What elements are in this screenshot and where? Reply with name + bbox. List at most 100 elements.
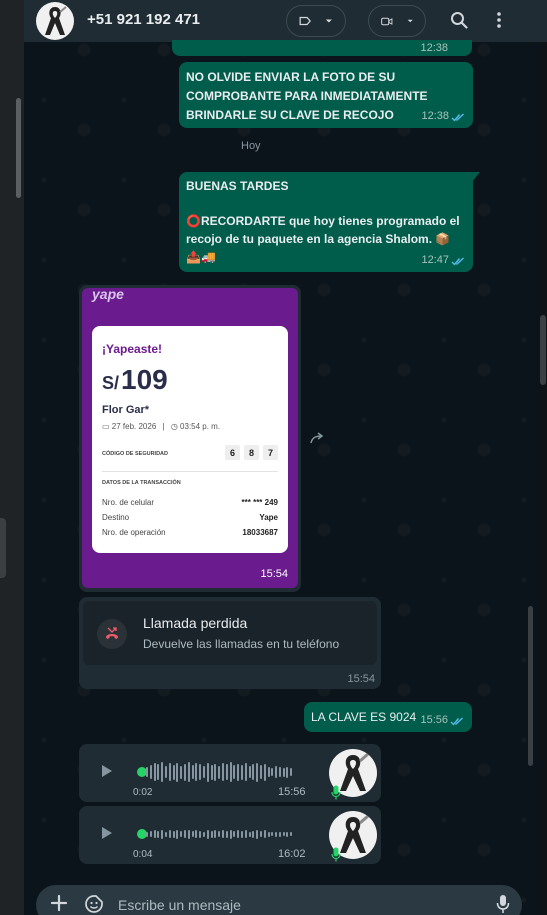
message-line: BUENAS TARDES bbox=[186, 179, 289, 193]
waveform-bar bbox=[218, 831, 221, 837]
missed-call-card[interactable]: Llamada perdida Devuelve las llamadas en… bbox=[83, 601, 377, 665]
amount-value: 109 bbox=[121, 364, 168, 395]
waveform[interactable] bbox=[146, 822, 293, 846]
waveform-bar bbox=[233, 765, 236, 779]
missed-call-message[interactable]: Llamada perdida Devuelve las llamadas en… bbox=[79, 597, 381, 689]
row-label: Destino bbox=[102, 513, 130, 522]
label-icon bbox=[299, 16, 311, 26]
waveform-bar bbox=[240, 764, 243, 780]
contact-avatar[interactable] bbox=[36, 2, 74, 40]
message-time: 15:56 bbox=[420, 714, 448, 726]
waveform-bar bbox=[168, 763, 171, 781]
waveform-bar bbox=[275, 766, 278, 778]
yape-logo: yape bbox=[92, 288, 124, 302]
plus-icon[interactable] bbox=[50, 894, 68, 912]
message-bubble-outgoing[interactable]: BUENAS TARDES ⭕RECORDARTE que hoy tienes… bbox=[179, 172, 480, 272]
chat-scrollbar[interactable] bbox=[528, 606, 533, 766]
row-value: *** *** 249 bbox=[241, 498, 278, 507]
receipt-row: Nro. de operación 18033687 bbox=[102, 528, 278, 537]
ribbon-avatar-icon bbox=[45, 6, 67, 35]
day-separator: Hoy bbox=[241, 140, 261, 152]
waveform-bar bbox=[229, 762, 232, 782]
waveform[interactable] bbox=[146, 760, 293, 784]
message-bubble-partial[interactable]: 12:38 bbox=[172, 40, 472, 56]
play-icon[interactable] bbox=[101, 764, 113, 778]
message-text: BUENAS TARDES ⭕RECORDARTE que hoy tienes… bbox=[186, 177, 460, 266]
divider bbox=[102, 471, 278, 472]
waveform-bar bbox=[195, 830, 198, 838]
waveform-bar bbox=[225, 764, 228, 780]
left-panel-edge bbox=[0, 0, 24, 915]
waveform-bar bbox=[183, 830, 186, 838]
message-bubble-outgoing[interactable]: NO OLVIDE ENVIAR LA FOTO DE SU COMPROBAN… bbox=[179, 62, 473, 128]
receipt-image[interactable]: yape ¡Yapeaste! S/ 109 Flor Gar* ▭ 27 fe… bbox=[82, 288, 298, 588]
waveform-bar bbox=[149, 765, 152, 779]
message-input[interactable]: Escribe un mensaje bbox=[118, 897, 241, 913]
waveform-bar bbox=[206, 829, 209, 839]
waveform-bar bbox=[168, 830, 171, 838]
waveform-bar bbox=[256, 762, 259, 782]
waveform-bar bbox=[237, 763, 240, 781]
mic-icon bbox=[331, 785, 341, 800]
image-message[interactable]: yape ¡Yapeaste! S/ 109 Flor Gar* ▭ 27 fe… bbox=[79, 285, 301, 592]
waveform-bar bbox=[153, 763, 156, 781]
divider: | bbox=[162, 422, 165, 431]
receipt-row: Destino Yape bbox=[102, 513, 278, 522]
message-time: 12:38 bbox=[421, 110, 449, 122]
left-scrollbar[interactable] bbox=[16, 98, 21, 198]
waveform-bar bbox=[180, 831, 183, 837]
waveform-bar bbox=[187, 829, 190, 839]
row-value: Yape bbox=[259, 513, 278, 522]
message-bubble-outgoing[interactable]: LA CLAVE ES 9024 15:56 bbox=[304, 702, 472, 732]
scrollbar-thumb[interactable] bbox=[540, 315, 546, 385]
waveform-bar bbox=[206, 762, 209, 782]
voice-duration: 0:02 bbox=[133, 787, 153, 798]
security-code: 6 8 7 bbox=[225, 445, 278, 460]
waveform-bar bbox=[183, 763, 186, 781]
video-icon bbox=[381, 17, 393, 25]
waveform-bar bbox=[256, 829, 259, 839]
waveform-bar bbox=[221, 763, 224, 781]
labels-button[interactable] bbox=[286, 5, 346, 37]
waveform-bar bbox=[286, 766, 289, 778]
missed-call-subtitle: Devuelve las llamadas en tu teléfono bbox=[143, 637, 340, 651]
voice-message[interactable]: 0:02 15:56 bbox=[79, 744, 381, 802]
voice-message[interactable]: 0:04 16:02 bbox=[79, 806, 381, 864]
message-composer[interactable]: Escribe un mensaje bbox=[36, 885, 522, 915]
row-label: Nro. de celular bbox=[102, 498, 155, 507]
waveform-bar bbox=[172, 830, 175, 838]
waveform-bar bbox=[210, 764, 213, 780]
search-icon[interactable] bbox=[450, 11, 468, 29]
left-panel-handle[interactable] bbox=[0, 518, 6, 578]
contact-name[interactable]: +51 921 192 471 bbox=[87, 11, 200, 28]
waveform-bar bbox=[146, 767, 148, 777]
message-line: NO OLVIDE ENVIAR LA FOTO DE SU bbox=[186, 70, 396, 84]
chevron-down-icon bbox=[326, 19, 333, 23]
missed-call-icon bbox=[97, 619, 127, 649]
mic-icon bbox=[331, 847, 341, 862]
waveform-bar bbox=[233, 831, 236, 837]
waveform-bar bbox=[157, 764, 160, 780]
waveform-bar bbox=[176, 829, 179, 839]
waveform-bar bbox=[210, 830, 213, 838]
waveform-bar bbox=[267, 831, 270, 837]
video-call-button[interactable] bbox=[368, 5, 426, 37]
play-icon[interactable] bbox=[101, 826, 113, 840]
waveform-bar bbox=[202, 831, 205, 837]
receipt-heading: ¡Yapeaste! bbox=[102, 342, 163, 356]
more-vertical-icon[interactable] bbox=[496, 11, 502, 29]
waveform-bar bbox=[271, 832, 274, 836]
waveform-bar bbox=[195, 763, 198, 781]
message-text: NO OLVIDE ENVIAR LA FOTO DE SU COMPROBAN… bbox=[186, 68, 428, 125]
sticker-icon[interactable] bbox=[84, 894, 104, 914]
waveform-bar bbox=[248, 766, 251, 778]
waveform-bar bbox=[218, 765, 221, 779]
whatsapp-window: +51 921 192 471 12:38 NO OLVIDE ENVIAR L… bbox=[0, 0, 547, 915]
waveform-bar bbox=[221, 830, 224, 838]
forward-icon[interactable] bbox=[310, 432, 326, 444]
security-code-label: CÓDIGO DE SEGURIDAD bbox=[102, 451, 169, 457]
mic-icon[interactable] bbox=[496, 894, 510, 914]
message-line: 📤🚚 bbox=[186, 250, 216, 264]
calendar-icon: ▭ bbox=[102, 422, 110, 431]
bubble-tail bbox=[472, 172, 480, 182]
